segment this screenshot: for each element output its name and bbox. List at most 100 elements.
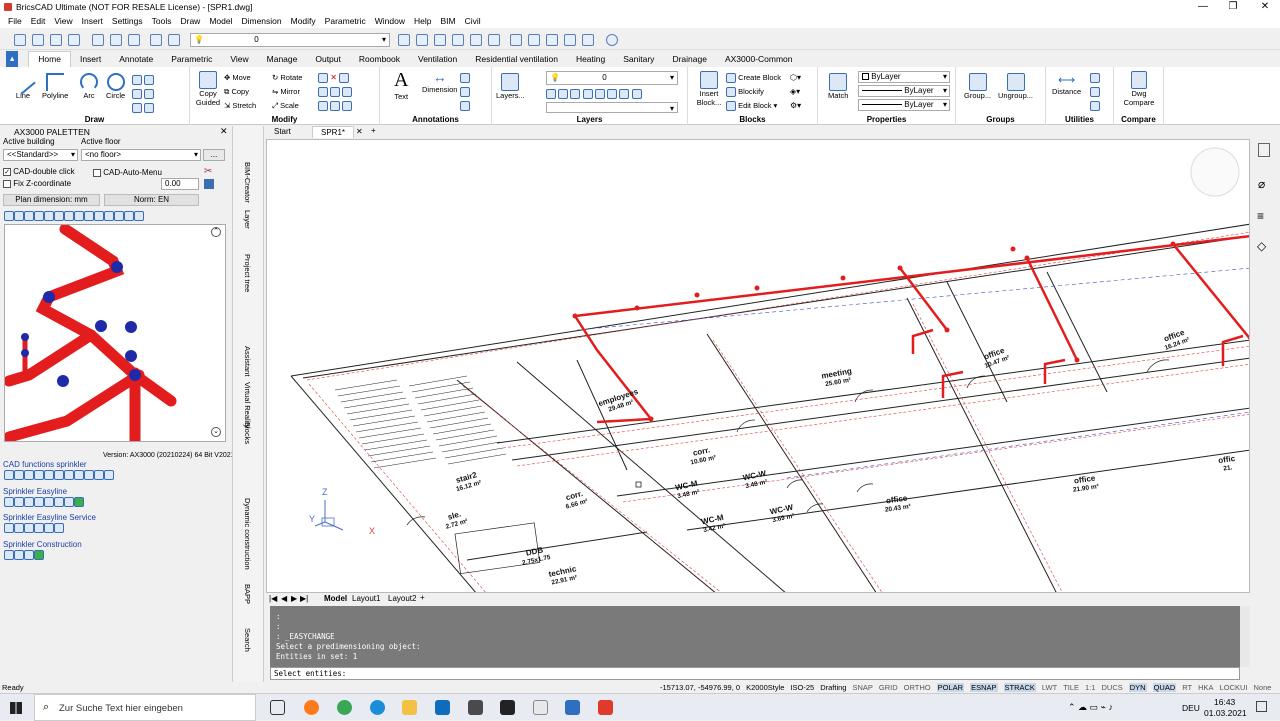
tab-assistant[interactable]: Assistant [243,346,252,376]
layer-lock-icon[interactable] [470,34,482,46]
sprinkler-tool-5-icon[interactable] [44,210,54,221]
workspace[interactable]: Drafting [820,683,846,692]
layer-merge-icon[interactable] [631,88,642,99]
sprinkler-node[interactable] [572,313,578,319]
cad-double-click-checkbox[interactable]: ✓ CAD-double click [3,167,75,176]
sprinkler-tool-2-icon[interactable] [14,210,24,221]
cad-func-2-icon[interactable] [14,470,24,480]
help-icon[interactable] [606,34,618,46]
app-icon-3[interactable] [533,700,548,715]
cad-func-11-icon[interactable] [104,470,114,480]
plan-dimension-button[interactable]: Plan dimension: mm [3,194,100,206]
notifications-icon[interactable] [1256,701,1267,712]
open-icon[interactable] [32,34,44,46]
layer-match-icon[interactable] [546,88,556,99]
view-cube[interactable] [1190,147,1240,197]
ribbon-tab-ax3000-common[interactable]: AX3000-Common [716,54,802,67]
publish-icon[interactable] [128,34,140,46]
copy-guided-button[interactable]: Copy Guided [194,71,222,107]
edit-block-button[interactable]: Edit Block ▾ [726,99,781,113]
service-1-icon[interactable] [4,523,14,533]
construction-4-icon[interactable] [34,550,44,560]
layer-off-icon[interactable] [558,88,569,99]
scale-button[interactable]: ⤢ Scale [272,99,302,113]
layout-last-icon[interactable]: ▶| [300,594,308,603]
floor-more-button[interactable]: ... [203,149,225,161]
tab-bapp[interactable]: BAPP [243,584,252,604]
menu-draw[interactable]: Draw [180,16,200,26]
menu-file[interactable]: File [8,16,22,26]
sprinkler-tool-14-icon[interactable] [134,210,144,221]
layout-first-icon[interactable]: |◀ [269,594,277,603]
status-toggle-none[interactable]: None [1254,683,1272,692]
menu-settings[interactable]: Settings [112,16,143,26]
sprinkler-tool-6-icon[interactable] [54,210,64,221]
polygon-icon[interactable] [132,88,142,99]
status-toggle-grid[interactable]: GRID [879,683,898,692]
trim-icon[interactable] [339,72,350,83]
arc-button[interactable]: Arc [80,73,98,100]
tab-layer[interactable]: Layer [243,210,252,229]
firefox-icon[interactable] [304,700,319,715]
ribbon-tab-insert[interactable]: Insert [71,54,110,67]
notes-icon[interactable] [1258,143,1270,157]
layout-tab-layout2[interactable]: Layout2 [388,594,416,603]
status-toggle-quad[interactable]: QUAD [1152,683,1177,692]
restore-icon[interactable]: ❐ [1218,0,1248,14]
move-button[interactable]: ✥ Move [224,71,256,85]
menu-bim[interactable]: BIM [440,16,455,26]
palette-close-icon[interactable]: ✕ [220,126,228,137]
line-button[interactable]: Line [10,69,36,100]
status-toggle-ortho[interactable]: ORTHO [904,683,931,692]
cad-func-7-icon[interactable] [64,470,74,480]
sprinkler-tool-12-icon[interactable] [114,210,124,221]
ribbon-tab-sanitary[interactable]: Sanitary [614,54,663,67]
sprinkler-tool-4-icon[interactable] [34,210,44,221]
mirror-button[interactable]: ⇋ Mirror [272,85,302,99]
app-icon-2[interactable] [500,700,515,715]
layer-isolate-icon[interactable] [594,88,605,99]
blockify-button[interactable]: Blockify [726,85,781,99]
layer-state-combo[interactable]: ▾ [546,102,678,113]
language-indicator[interactable]: DEU [1182,703,1200,713]
layers-panel-icon[interactable] [582,34,594,46]
layer-unlock-icon[interactable] [488,34,500,46]
ribbon-app-button[interactable]: ▴ [6,51,19,67]
layer-isolate-icon[interactable] [416,34,428,46]
clock-time[interactable]: 16:43 [1214,697,1235,707]
service-4-icon[interactable] [34,523,44,533]
ungroup-button[interactable]: Ungroup... [998,73,1033,100]
select-similar-icon[interactable] [1090,100,1100,111]
fillet-icon[interactable] [330,86,341,97]
easyline-7-icon[interactable] [64,497,74,507]
status-toggle-polar[interactable]: POLAR [936,683,965,692]
taskbar-search[interactable]: ⌕ Zur Suche Text hier eingeben [34,694,256,721]
join-icon[interactable] [330,100,341,111]
sprinkler-node[interactable] [648,416,654,422]
norm-button[interactable]: Norm: EN [104,194,199,206]
service-5-icon[interactable] [44,523,54,533]
sprinkler-tool-7-icon[interactable] [64,210,74,221]
layer-off-icon[interactable] [452,34,464,46]
easyline-8-icon[interactable] [74,497,84,507]
close-icon[interactable]: ✕ [1250,0,1280,14]
service-3-icon[interactable] [24,523,34,533]
status-toggle-lwt[interactable]: LWT [1042,683,1057,692]
command-input[interactable]: Select entities: [270,667,1240,680]
cad-func-8-icon[interactable] [74,470,84,480]
tab-blocks[interactable]: Blocks [243,422,252,444]
lineweight-combo[interactable]: ByLayer ▾ [858,99,950,111]
z-value-input[interactable]: 0.00 [161,178,199,190]
easyline-3-icon[interactable] [24,497,34,507]
construction-3-icon[interactable] [24,550,34,560]
doc-tab-start[interactable]: Start [274,127,291,136]
task-view-icon[interactable] [270,700,285,715]
match-button[interactable]: Match [828,73,848,100]
status-toggle-tile[interactable]: TILE [1063,683,1079,692]
sprinkler-node[interactable] [1170,241,1176,247]
ribbon-tab-output[interactable]: Output [306,54,350,67]
bricscad-taskbar-icon[interactable] [565,700,580,715]
linetype-combo[interactable]: ByLayer ▾ [858,85,950,97]
windows-start-icon[interactable] [10,702,22,714]
ribbon-tab-heating[interactable]: Heating [567,54,614,67]
